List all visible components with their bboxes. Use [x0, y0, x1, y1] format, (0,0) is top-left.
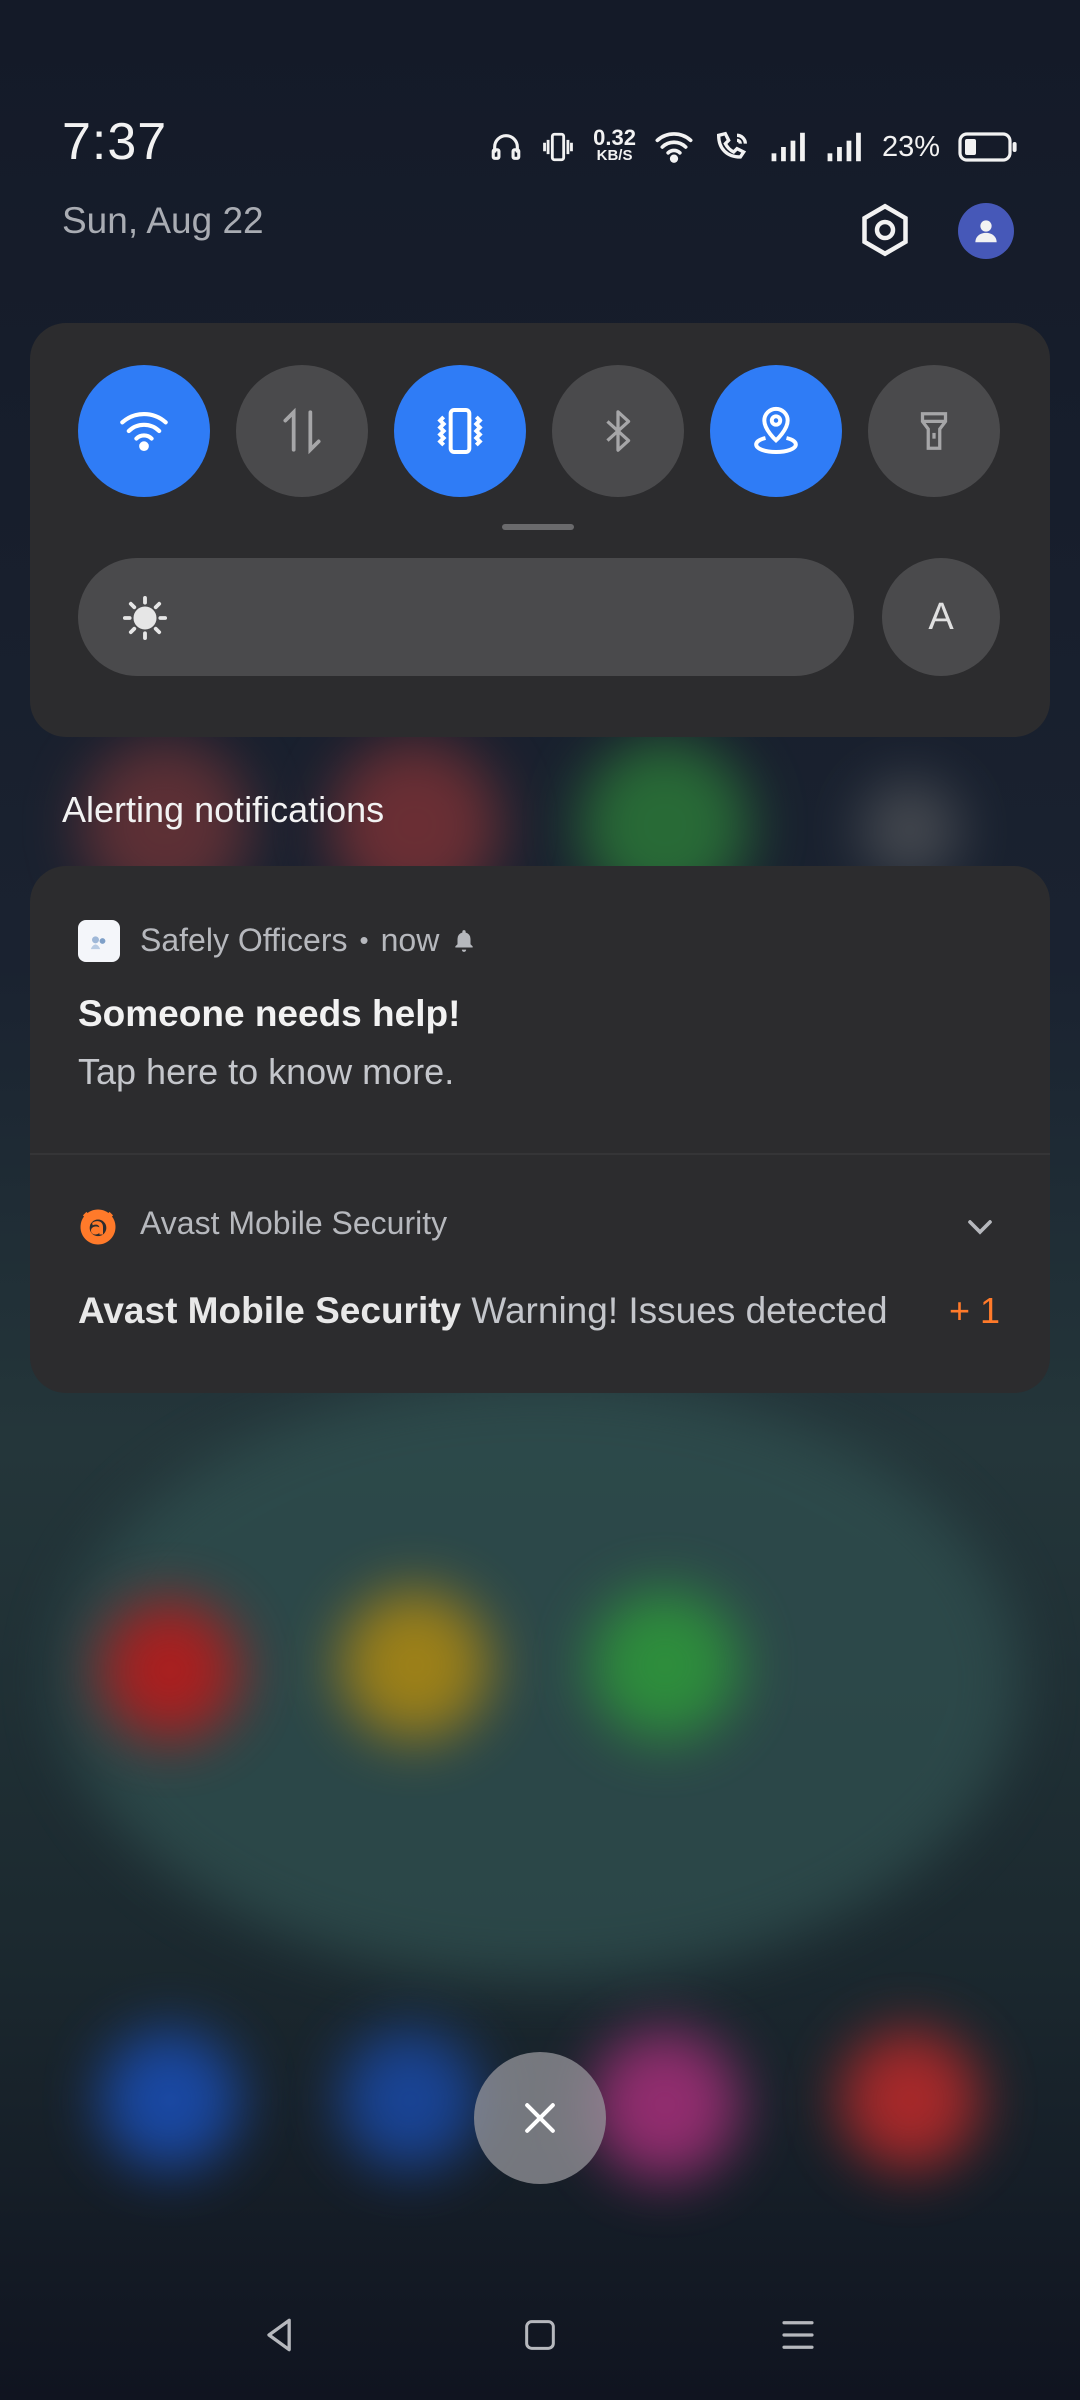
summary-text: Warning! Issues detected: [471, 1290, 888, 1331]
back-button[interactable]: [245, 2300, 315, 2370]
section-heading: Alerting notifications: [62, 789, 385, 830]
notification-body: Tap here to know more.: [78, 1051, 455, 1092]
clear-all-button[interactable]: [474, 2052, 606, 2184]
auto-brightness-button[interactable]: A: [882, 558, 1000, 676]
status-icons: 0.32 KB/S 23%: [489, 122, 1018, 172]
wifi-calling-icon: [712, 130, 752, 164]
headphones-icon: [489, 130, 523, 164]
signal-icon: [826, 131, 864, 163]
bell-icon: [455, 929, 473, 952]
notification-summary: Avast Mobile Security Warning! Issues de…: [78, 1290, 888, 1332]
navigation-bar: [0, 2290, 1080, 2380]
settings-button[interactable]: [855, 200, 915, 260]
safely-officers-app-icon: [78, 920, 120, 962]
notification-time: now: [380, 922, 440, 958]
wifi-toggle[interactable]: [78, 365, 210, 497]
battery-icon: [958, 131, 1018, 163]
notification-safely-officers[interactable]: Safely Officers • now Someone needs help…: [30, 866, 1050, 1152]
mobile-data-icon: [283, 407, 321, 455]
vibrate-toggle[interactable]: [394, 365, 526, 497]
bluetooth-icon: [606, 410, 631, 452]
status-header: 7:37 Sun, Aug 22 0.32 KB/S 23%: [0, 0, 1080, 330]
user-profile-button[interactable]: [958, 203, 1014, 259]
user-icon: [975, 220, 997, 243]
date: Sun, Aug 22: [62, 200, 264, 241]
quick-settings-panel: A: [30, 323, 1050, 737]
settings-icon: [862, 203, 908, 257]
flashlight-icon: [920, 412, 948, 450]
summary-app-name: Avast Mobile Security: [78, 1290, 462, 1331]
close-icon: [525, 2103, 555, 2133]
wifi-icon: [120, 412, 168, 452]
notification-title: Someone needs help!: [78, 993, 461, 1034]
notification-avast[interactable]: Avast Mobile Security Avast Mobile Secur…: [30, 1155, 1050, 1393]
recents-button[interactable]: [763, 2300, 833, 2370]
wifi-icon: [654, 130, 694, 164]
notification-app-name: Avast Mobile Security: [140, 1205, 448, 1241]
home-button[interactable]: [505, 2300, 575, 2370]
home-icon: [525, 2320, 555, 2350]
separator-dot: •: [359, 925, 369, 955]
chevron-down-icon: [968, 1220, 992, 1235]
brightness-slider[interactable]: [78, 558, 854, 676]
notification-app-name: Safely Officers: [140, 922, 348, 958]
signal-icon: [770, 131, 808, 163]
vibrate-icon: [437, 408, 483, 454]
flashlight-toggle[interactable]: [868, 365, 1000, 497]
battery-percent: 23%: [881, 130, 940, 163]
panel-drag-handle[interactable]: [502, 524, 574, 530]
expand-button[interactable]: [960, 1207, 1000, 1247]
more-count-badge: + 1: [948, 1290, 1000, 1331]
clock: 7:37: [62, 113, 168, 171]
location-icon: [754, 406, 798, 454]
avast-app-icon: [80, 1209, 116, 1245]
mobile-data-toggle[interactable]: [236, 365, 368, 497]
recents-icon: [782, 2321, 814, 2349]
brightness-icon: [122, 595, 168, 646]
bluetooth-toggle[interactable]: [552, 365, 684, 497]
back-icon: [267, 2318, 291, 2352]
vibrate-icon: [541, 130, 575, 164]
notification-group: Safely Officers • now Someone needs help…: [30, 866, 1050, 1393]
location-toggle[interactable]: [710, 365, 842, 497]
network-speed: 0.32 KB/S: [593, 125, 636, 165]
